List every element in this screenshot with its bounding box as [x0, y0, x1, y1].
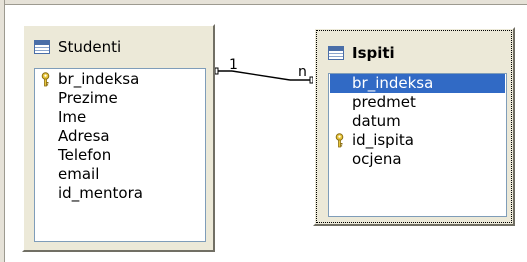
field-row-predmet[interactable]: predmet [329, 93, 506, 112]
field-row-id-mentora[interactable]: id_mentora [35, 184, 205, 203]
relation-anchor-left [214, 67, 219, 75]
cardinality-many-label: n [298, 64, 307, 80]
table-title: Studenti [58, 38, 122, 56]
field-row-ocjena[interactable]: ocjena [329, 150, 506, 169]
field-name: ocjena [352, 150, 402, 168]
field-name: datum [352, 112, 401, 130]
field-row-id-ispita[interactable]: id_ispita [329, 131, 506, 150]
field-list[interactable]: br_indeksa predmet datum id_ispita ocjen… [328, 73, 507, 217]
field-name: email [58, 165, 100, 183]
relationship-design-canvas[interactable]: 1 n Studenti br_indeksa Prezime Ime Adre… [0, 0, 527, 262]
table-title-bar[interactable]: Ispiti [328, 44, 395, 62]
field-row-adresa[interactable]: Adresa [35, 127, 205, 146]
table-title: Ispiti [352, 44, 395, 62]
field-name: Adresa [58, 127, 110, 145]
field-name: Ime [58, 108, 87, 126]
primary-key-icon [335, 133, 344, 148]
table-window-ispiti[interactable]: Ispiti br_indeksa predmet datum id_ispit… [313, 27, 515, 226]
field-row-telefon[interactable]: Telefon [35, 146, 205, 165]
primary-key-icon [41, 72, 50, 87]
relation-line-middle [231, 70, 291, 81]
field-name: predmet [352, 93, 416, 111]
field-row-br-indeksa[interactable]: br_indeksa [35, 70, 205, 89]
field-name: br_indeksa [352, 74, 434, 92]
field-row-datum[interactable]: datum [329, 112, 506, 131]
field-list[interactable]: br_indeksa Prezime Ime Adresa Telefon em… [34, 68, 206, 242]
table-window-studenti[interactable]: Studenti br_indeksa Prezime Ime Adresa T… [22, 24, 215, 252]
field-name: Telefon [58, 146, 112, 164]
field-name: Prezime [58, 89, 118, 107]
field-row-ime[interactable]: Ime [35, 108, 205, 127]
field-row-email[interactable]: email [35, 165, 205, 184]
field-name: id_ispita [352, 131, 414, 149]
field-name: br_indeksa [58, 70, 140, 88]
cardinality-one-label: 1 [229, 57, 238, 73]
field-row-br-indeksa-selected[interactable]: br_indeksa [330, 74, 505, 93]
field-row-prezime[interactable]: Prezime [35, 89, 205, 108]
table-icon [34, 40, 50, 54]
field-name: id_mentora [58, 184, 143, 202]
table-icon [328, 46, 344, 60]
table-title-bar[interactable]: Studenti [34, 38, 121, 56]
